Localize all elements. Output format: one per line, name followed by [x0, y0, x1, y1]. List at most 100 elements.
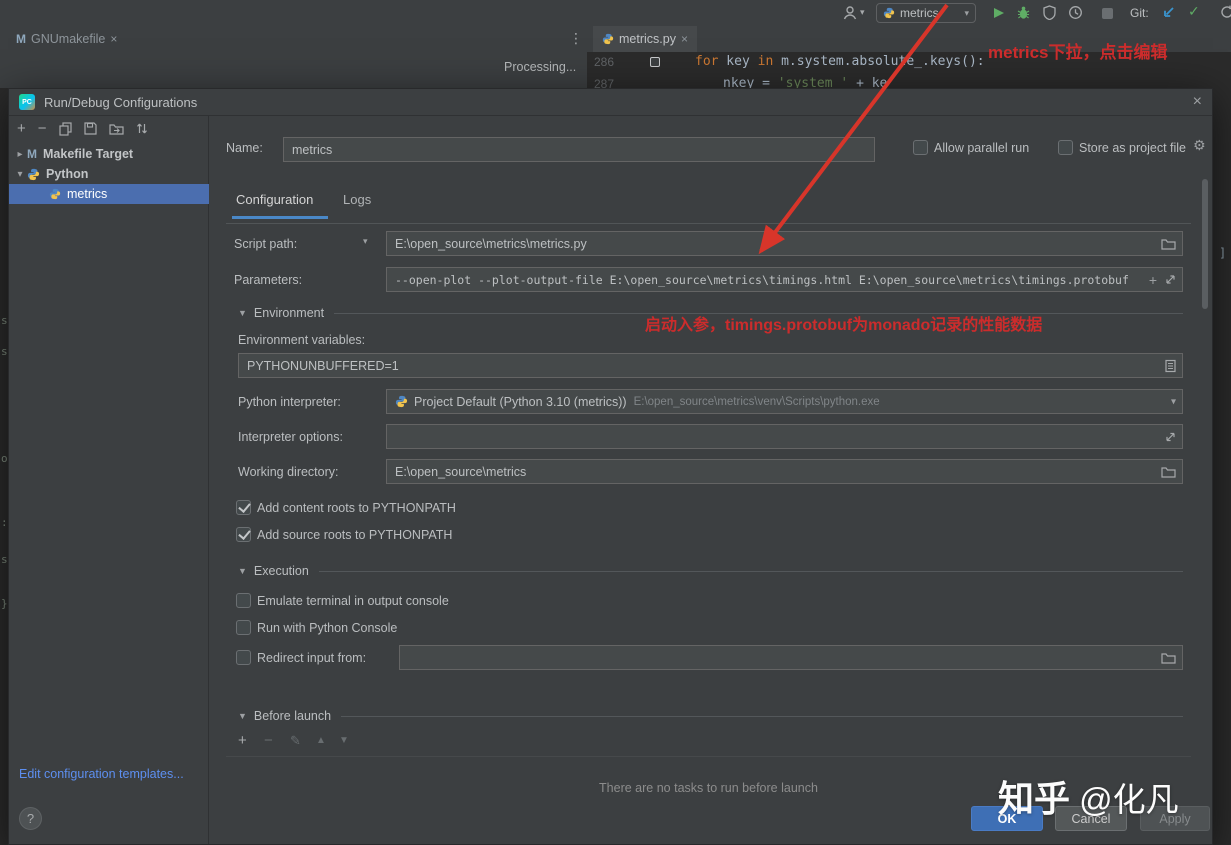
section-triangle-icon[interactable]: ▼	[238, 566, 247, 576]
edge-glyph: s	[1, 314, 8, 327]
code-keyword: in	[757, 54, 774, 69]
folder-icon[interactable]	[1161, 238, 1176, 250]
run-icon[interactable]	[994, 8, 1004, 18]
user-caret-icon[interactable]: ▾	[860, 8, 865, 17]
content-roots-checkbox[interactable]	[236, 500, 251, 515]
interpreter-select[interactable]: Project Default (Python 3.10 (metrics)) …	[386, 389, 1183, 414]
add-task-icon[interactable]: +	[238, 732, 247, 749]
fold-icon[interactable]	[650, 57, 660, 67]
configuration-form: Name: metrics Allow parallel run Store a…	[209, 116, 1212, 844]
interpreter-label: Python interpreter:	[238, 395, 341, 409]
watermark-brand: 知乎	[998, 778, 1071, 819]
configurations-panel: + − ▸ M Makefile Target ▾ Python metrics	[9, 116, 209, 844]
save-icon[interactable]	[83, 122, 97, 135]
debug-icon[interactable]	[1016, 5, 1031, 20]
edit-task-icon: ✎	[290, 733, 301, 748]
expand-icon[interactable]	[1165, 431, 1176, 442]
script-path-label: Script path:	[234, 237, 298, 251]
history-icon[interactable]	[1220, 5, 1231, 19]
tabs-separator	[226, 223, 1191, 224]
tab-gnumakefile-label: GNUmakefile	[31, 32, 106, 46]
tasks-separator	[226, 756, 1191, 757]
annotation-top: metrics下拉，点击编辑	[988, 43, 1168, 62]
pycharm-icon: PC	[19, 94, 35, 110]
env-vars-value: PYTHONUNBUFFERED=1	[247, 358, 399, 373]
update-project-icon[interactable]	[1162, 5, 1176, 19]
tree-item-metrics[interactable]: metrics	[9, 184, 209, 204]
screen: ▾ metrics ▾ Git: ✓ M GNUmakefile × ⋮ met…	[0, 0, 1231, 845]
script-path-input[interactable]: E:\open_source\metrics\metrics.py	[386, 231, 1183, 256]
folder-icon[interactable]	[1161, 652, 1176, 664]
name-value: metrics	[292, 142, 333, 157]
python-icon	[27, 168, 40, 181]
tab-configuration[interactable]: Configuration	[236, 192, 313, 207]
watermark: 知乎 @化凡	[998, 770, 1179, 822]
python-console-checkbox[interactable]	[236, 620, 251, 635]
tree-item-python[interactable]: ▾ Python	[9, 164, 209, 184]
env-vars-input[interactable]: PYTHONUNBUFFERED=1	[238, 353, 1183, 378]
more-icon[interactable]: ⋮	[569, 31, 583, 45]
sort-icon[interactable]	[136, 122, 148, 135]
configurations-toolbar: + −	[17, 120, 148, 137]
section-triangle-icon[interactable]: ▼	[238, 308, 247, 318]
commit-icon[interactable]: ✓	[1188, 3, 1200, 20]
parameters-label: Parameters:	[234, 273, 303, 287]
emulate-terminal-checkbox[interactable]	[236, 593, 251, 608]
section-before-launch[interactable]: ▼ Before launch	[238, 708, 1183, 724]
edit-templates-link[interactable]: Edit configuration templates...	[19, 767, 184, 781]
close-icon[interactable]: ×	[681, 32, 688, 46]
help-button[interactable]: ?	[19, 807, 42, 830]
browse-variables-icon[interactable]	[1165, 359, 1176, 372]
interpreter-name: Project Default (Python 3.10 (metrics))	[414, 394, 627, 409]
tree-item-makefile-target[interactable]: ▸ M Makefile Target	[9, 144, 209, 164]
user-icon[interactable]	[842, 5, 858, 21]
python-icon	[49, 188, 61, 200]
close-icon[interactable]: ×	[1193, 93, 1202, 111]
add-icon[interactable]: +	[17, 120, 26, 137]
section-triangle-icon[interactable]: ▼	[238, 711, 247, 721]
chevron-down-icon[interactable]: ▾	[13, 169, 27, 180]
expand-icon[interactable]	[1165, 274, 1176, 285]
name-input[interactable]: metrics	[283, 137, 875, 162]
coverage-icon[interactable]	[1043, 5, 1056, 20]
working-directory-input[interactable]: E:\open_source\metrics	[386, 459, 1183, 484]
source-roots-label: Add source roots to PYTHONPATH	[257, 528, 453, 542]
python-console-label: Run with Python Console	[257, 621, 398, 635]
folder-icon[interactable]	[1161, 466, 1176, 478]
gear-icon[interactable]: ⚙	[1193, 137, 1206, 154]
move-to-folder-icon[interactable]	[108, 123, 124, 135]
copy-icon[interactable]	[58, 121, 72, 136]
run-config-select[interactable]: metrics ▾	[876, 3, 976, 23]
working-directory-label: Working directory:	[238, 465, 339, 479]
script-path-dropdown-icon[interactable]: ▾	[363, 236, 368, 247]
chevron-down-icon[interactable]: ▾	[1171, 396, 1176, 407]
redirect-input-checkbox[interactable]	[236, 650, 251, 665]
add-macro-icon[interactable]: +	[1149, 272, 1157, 288]
allow-parallel-run-checkbox[interactable]	[913, 140, 928, 155]
tab-gnumakefile[interactable]: M GNUmakefile ×	[8, 26, 125, 52]
edge-glyph: s	[1, 345, 8, 358]
chevron-right-icon[interactable]: ▸	[13, 149, 27, 160]
close-icon[interactable]: ×	[110, 32, 117, 46]
profiler-icon[interactable]	[1068, 5, 1083, 20]
code-text: key	[718, 54, 758, 69]
python-icon	[602, 33, 614, 45]
source-roots-checkbox[interactable]	[236, 527, 251, 542]
watermark-user: @化凡	[1070, 781, 1179, 818]
line-number: 286	[593, 55, 614, 69]
ide-titlebar: ▾ metrics ▾ Git: ✓	[0, 0, 1231, 26]
remove-icon[interactable]: −	[38, 120, 47, 137]
redirect-input-field[interactable]	[399, 645, 1183, 670]
interpreter-options-input[interactable]	[386, 424, 1183, 449]
store-as-project-file-checkbox[interactable]	[1058, 140, 1073, 155]
scrollbar-thumb[interactable]	[1202, 179, 1208, 309]
emulate-terminal-label: Emulate terminal in output console	[257, 594, 449, 608]
dialog-title: Run/Debug Configurations	[44, 94, 198, 110]
tab-metrics-py[interactable]: metrics.py ×	[593, 26, 697, 52]
section-execution[interactable]: ▼ Execution	[238, 563, 1183, 579]
dialog-titlebar[interactable]: PC Run/Debug Configurations ×	[9, 89, 1212, 116]
run-config-label: metrics	[900, 6, 939, 20]
section-rule	[318, 570, 1183, 572]
parameters-input[interactable]: --open-plot --plot-output-file E:\open_s…	[386, 267, 1183, 292]
tab-logs[interactable]: Logs	[343, 192, 371, 207]
